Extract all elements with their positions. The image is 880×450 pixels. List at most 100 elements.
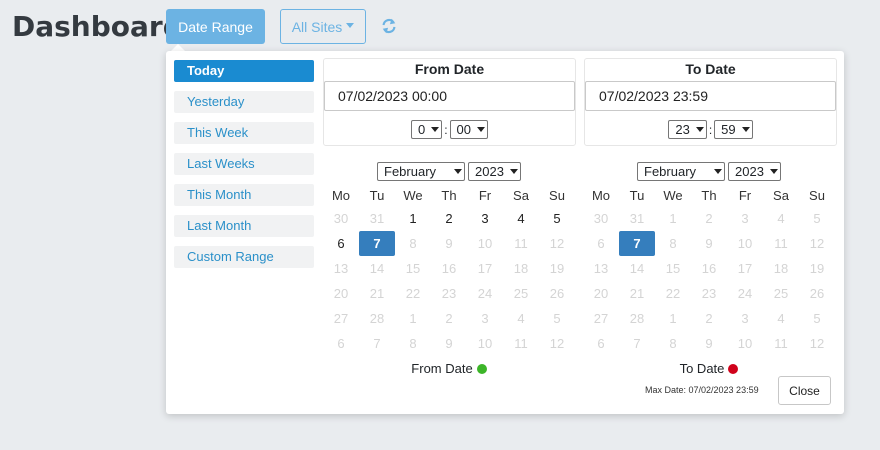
all-sites-label: All Sites	[291, 18, 343, 35]
to-date-box: To Date 07/02/2023 23:59 23 : 59	[584, 58, 837, 146]
calendar-day: 11	[774, 336, 788, 351]
calendar-day: 20	[333, 286, 349, 301]
from-minute-select[interactable]: 00	[449, 120, 489, 139]
calendar-day[interactable]: 1	[395, 206, 431, 231]
calendar-day: 5	[553, 311, 561, 326]
calendar-day: 3	[481, 311, 489, 326]
calendar-day: 18	[513, 261, 529, 276]
calendar-day: 21	[629, 286, 645, 301]
calendar-day: 8	[409, 336, 417, 351]
calendar-day: 13	[333, 261, 349, 276]
calendar-day: 4	[777, 311, 785, 326]
all-sites-dropdown[interactable]: All Sites	[280, 9, 366, 44]
close-button[interactable]: Close	[778, 376, 831, 405]
calendar-day: 12	[549, 336, 565, 351]
calendar-day: 28	[369, 311, 385, 326]
weekday-header: Su	[549, 188, 565, 203]
calendar-day: 3	[741, 211, 749, 226]
selected-day[interactable]: 7	[619, 231, 655, 256]
calendar-day: 11	[514, 336, 528, 351]
weekday-header: We	[663, 188, 683, 203]
calendar-day[interactable]: 3	[467, 206, 503, 231]
calendar-day: 12	[549, 236, 565, 251]
date-range-button[interactable]: Date Range	[166, 9, 265, 44]
calendar-day: 17	[737, 261, 753, 276]
weekday-header: Th	[701, 188, 717, 203]
calendar-day: 19	[809, 261, 825, 276]
range-item[interactable]: Custom Range	[174, 246, 314, 268]
weekday-header: Su	[809, 188, 825, 203]
to-month-select[interactable]: February	[637, 162, 725, 181]
calendar-day: 31	[369, 211, 385, 226]
calendar-day: 9	[705, 236, 713, 251]
from-date-input[interactable]: 07/02/2023 00:00	[324, 81, 575, 111]
calendar-day: 26	[809, 286, 825, 301]
range-item[interactable]: This Month	[174, 184, 314, 206]
calendar-day: 9	[445, 336, 453, 351]
calendar-day[interactable]: 5	[539, 206, 575, 231]
calendar-day: 20	[593, 286, 609, 301]
max-date-text: Max Date: 07/02/2023 23:59	[645, 385, 759, 395]
calendar-day: 1	[669, 311, 677, 326]
to-hour-select[interactable]: 23	[668, 120, 707, 139]
calendar-day: 23	[701, 286, 717, 301]
from-date-label: From Date	[414, 61, 485, 77]
calendar-day[interactable]: 4	[503, 206, 539, 231]
calendar-day: 3	[741, 311, 749, 326]
from-calendar: February 2023 Mo Tu We Th Fr Sa Su 30 31 1 2 3 4 5 6 7 8…	[323, 162, 575, 376]
caret-down-icon	[346, 23, 355, 28]
calendar-day: 6	[337, 336, 345, 351]
calendar-day: 8	[409, 236, 417, 251]
calendar-day: 9	[445, 236, 453, 251]
calendar-day: 5	[813, 211, 821, 226]
calendar-day[interactable]: 6	[323, 231, 359, 256]
calendar-day: 16	[441, 261, 457, 276]
selected-day[interactable]: 7	[359, 231, 395, 256]
popover-arrow	[171, 44, 185, 51]
calendar-day: 12	[809, 336, 825, 351]
to-calendar: February 2023 Mo Tu We Th Fr Sa Su 30 31 1 2 3 4 5 6 7 8…	[583, 162, 835, 376]
calendar-day: 7	[633, 336, 641, 351]
weekday-header: Sa	[513, 188, 529, 203]
to-date-input[interactable]: 07/02/2023 23:59	[585, 81, 836, 111]
refresh-icon[interactable]	[380, 17, 398, 35]
from-date-box: From Date 07/02/2023 00:00 0 : 00	[323, 58, 576, 146]
page-title: Dashboard	[12, 10, 183, 43]
from-year-select[interactable]: 2023	[468, 162, 521, 181]
range-item[interactable]: Today	[174, 60, 314, 82]
weekday-header: Mo	[591, 188, 611, 203]
calendar-day: 2	[445, 311, 453, 326]
weekday-header: Tu	[629, 188, 645, 203]
to-year-select[interactable]: 2023	[728, 162, 781, 181]
range-item[interactable]: Last Month	[174, 215, 314, 237]
weekday-header: Fr	[478, 188, 492, 203]
calendar-day: 1	[669, 211, 677, 226]
calendar-day: 11	[514, 236, 528, 251]
calendar-day: 8	[669, 236, 677, 251]
calendar-day: 11	[774, 236, 788, 251]
range-list: Today Yesterday This Week Last Weeks This Mo…	[174, 60, 314, 277]
calendar-day: 26	[549, 286, 565, 301]
calendar-day: 6	[597, 236, 605, 251]
calendar-day: 27	[333, 311, 349, 326]
weekday-header: Th	[441, 188, 457, 203]
calendar-day: 24	[737, 286, 753, 301]
calendar-day: 14	[629, 261, 645, 276]
range-item[interactable]: Yesterday	[174, 91, 314, 113]
calendar-day: 12	[809, 236, 825, 251]
range-item[interactable]: This Week	[174, 122, 314, 144]
calendar-day: 17	[477, 261, 493, 276]
calendar-day: 14	[369, 261, 385, 276]
weekday-header: Tu	[369, 188, 385, 203]
calendar-day[interactable]: 2	[431, 206, 467, 231]
to-minute-select[interactable]: 59	[714, 120, 753, 139]
calendar-day: 10	[477, 336, 493, 351]
weekday-header: Fr	[738, 188, 752, 203]
calendar-day: 22	[405, 286, 421, 301]
calendar-day: 24	[477, 286, 493, 301]
calendar-day: 10	[737, 236, 753, 251]
range-item[interactable]: Last Weeks	[174, 153, 314, 175]
weekday-header: Mo	[331, 188, 351, 203]
from-month-select[interactable]: February	[377, 162, 465, 181]
from-hour-select[interactable]: 0	[410, 120, 443, 139]
